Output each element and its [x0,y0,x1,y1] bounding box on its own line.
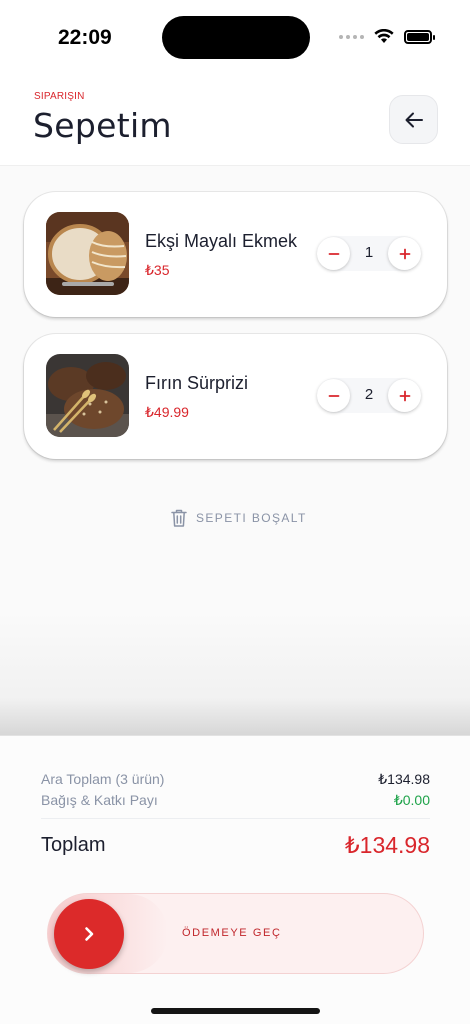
page-eyebrow: SIPARIŞIN [34,91,85,102]
cart-item: Fırın Sürprizi ₺49.99 2 [24,334,447,459]
decrease-quantity-button[interactable] [317,379,350,412]
quantity-stepper: 2 [317,378,421,413]
minus-icon [328,394,339,397]
status-icons [339,29,435,44]
clear-cart-label: SEPETI BOŞALT [196,511,307,525]
status-bar: 22:09 [0,0,470,76]
page-title: Sepetim [33,106,172,145]
page-header: SIPARIŞIN Sepetim [0,76,470,166]
decrease-quantity-button[interactable] [317,237,350,270]
minus-icon [328,252,339,255]
total-label: Toplam [41,834,106,856]
back-button[interactable] [389,95,438,144]
plus-icon [399,390,410,401]
plus-icon [399,248,410,259]
donation-value: ₺0.00 [393,792,430,808]
bottom-fade [0,610,470,736]
sourdough-bread-image [46,212,129,295]
status-time: 22:09 [58,26,112,49]
home-indicator [151,1008,320,1014]
donation-row: Bağış & Katkı Payı ₺0.00 [41,792,430,809]
trash-icon [171,509,187,527]
quantity-value: 1 [364,244,374,261]
item-price: ₺35 [145,262,170,278]
item-name: Ekşi Mayalı Ekmek [145,231,298,251]
rye-bread-wheat-image [46,354,129,437]
dynamic-island [162,16,310,59]
item-name: Fırın Sürprizi [145,373,249,393]
subtotal-value: ₺134.98 [378,771,430,787]
checkout-slider-handle[interactable] [54,899,124,969]
total-row: Toplam ₺134.98 [41,832,430,859]
subtotal-row: Ara Toplam (3 ürün) ₺134.98 [41,771,430,788]
signal-dots-icon [339,34,364,39]
increase-quantity-button[interactable] [388,237,421,270]
checkout-slider[interactable]: ÖDEMEYE GEÇ [47,893,424,974]
increase-quantity-button[interactable] [388,379,421,412]
battery-icon [404,29,435,44]
checkout-label: ÖDEMEYE GEÇ [182,927,282,939]
arrow-left-icon [405,112,423,127]
subtotal-label: Ara Toplam (3 ürün) [41,771,165,787]
donation-label: Bağış & Katkı Payı [41,792,158,808]
chevron-right-icon [85,927,94,941]
total-value: ₺134.98 [345,832,430,858]
summary-divider [41,818,430,819]
wifi-icon [374,29,394,43]
quantity-value: 2 [364,386,374,403]
quantity-stepper: 1 [317,236,421,271]
cart-item: Ekşi Mayalı Ekmek ₺35 1 [24,192,447,317]
clear-cart-button[interactable]: SEPETI BOŞALT [170,506,307,530]
order-summary: Ara Toplam (3 ürün) ₺134.98 Bağış & Katk… [0,735,470,1024]
item-price: ₺49.99 [145,404,189,420]
